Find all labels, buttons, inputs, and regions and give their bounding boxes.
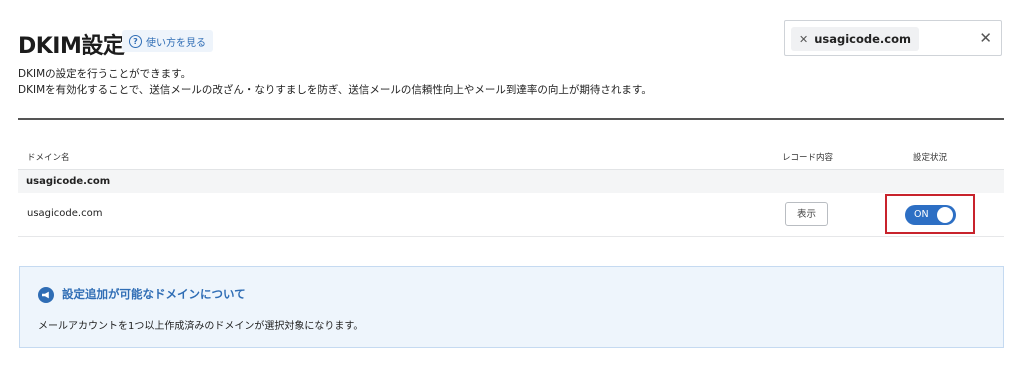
info-body: メールアカウントを1つ以上作成済みのドメインが選択対象になります。 xyxy=(38,321,364,332)
page-description: DKIMの設定を行うことができます。 DKIMを有効化することで、送信メールの改… xyxy=(18,66,652,98)
domain-filter-input[interactable]: ✕ usagicode.com ✕ xyxy=(784,20,1002,56)
description-line-1: DKIMの設定を行うことができます。 xyxy=(18,68,192,80)
status-highlight-box: ON xyxy=(885,194,975,234)
clear-filter-icon[interactable]: ✕ xyxy=(979,29,992,47)
dkim-toggle[interactable]: ON xyxy=(905,205,956,225)
page-title: DKIM設定 xyxy=(18,34,125,59)
column-header-domain: ドメイン名 xyxy=(27,153,70,163)
row-domain: usagicode.com xyxy=(27,208,103,219)
megaphone-icon xyxy=(38,287,54,303)
help-link-label: 使い方を見る xyxy=(146,37,206,49)
show-record-button[interactable]: 表示 xyxy=(785,202,828,226)
column-header-status: 設定状況 xyxy=(913,153,948,163)
help-link[interactable]: ? 使い方を見る xyxy=(122,30,213,52)
chip-remove-icon[interactable]: ✕ xyxy=(799,33,808,46)
table-row: usagicode.com 表示 ON xyxy=(18,192,1004,237)
domain-group-row: usagicode.com xyxy=(18,169,1004,193)
description-line-2: DKIMを有効化することで、送信メールの改ざん・なりすましを防ぎ、送信メールの信… xyxy=(18,84,652,96)
column-header-record: レコード内容 xyxy=(782,153,834,163)
filter-chip: ✕ usagicode.com xyxy=(791,27,920,51)
toggle-label: ON xyxy=(914,209,929,220)
info-panel: 設定追加が可能なドメインについて メールアカウントを1つ以上作成済みのドメインが… xyxy=(19,266,1004,348)
info-title: 設定追加が可能なドメインについて xyxy=(62,287,246,301)
domain-group-label: usagicode.com xyxy=(26,176,111,187)
toggle-knob xyxy=(937,207,953,223)
filter-chip-label: usagicode.com xyxy=(814,32,912,46)
question-circle-icon: ? xyxy=(129,34,142,48)
section-divider xyxy=(18,118,1004,120)
